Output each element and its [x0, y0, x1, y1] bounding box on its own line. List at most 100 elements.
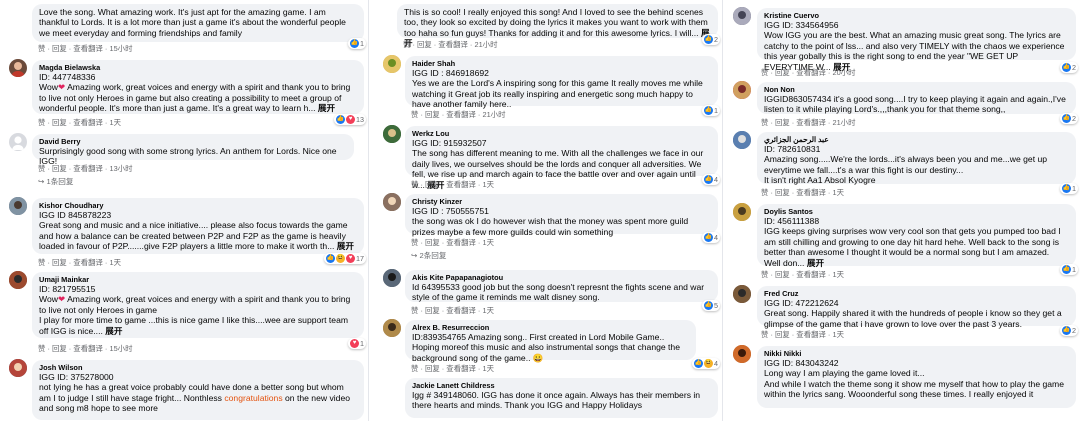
avatar[interactable] — [733, 203, 751, 221]
like-icon: 👍 — [350, 39, 359, 48]
comment-actions[interactable]: 赞 · 回复 · 查看翻译 · 21小时 — [761, 118, 855, 127]
view-replies-link[interactable]: ↪ 1条回复 — [38, 177, 74, 186]
avatar[interactable] — [733, 81, 751, 99]
commenter-id: IGG ID: 375278000 — [39, 372, 114, 382]
comment-time: 1天 — [482, 306, 494, 315]
view-replies-link[interactable]: ↪ 2条回复 — [411, 251, 447, 260]
avatar[interactable] — [733, 285, 751, 303]
comment-actions[interactable]: 赞 · 回复 · 查看翻译 · 15小时 — [38, 344, 132, 353]
comment-time: 1天 — [482, 180, 494, 189]
commenter-name[interactable]: Umaji Mainkar — [39, 275, 356, 284]
reaction-summary[interactable]: 👍 4 — [702, 174, 720, 185]
avatar[interactable] — [733, 345, 751, 363]
see-more-link[interactable]: 展开 — [337, 241, 354, 251]
commenter-name[interactable]: Doylis Santos — [764, 207, 1068, 216]
comment-text: Great song and music and a nice initiati… — [39, 220, 354, 252]
reaction-summary[interactable]: 👍 😆 4 — [692, 358, 720, 369]
reaction-count: 17 — [356, 254, 364, 263]
comment-bubble: Christy Kinzer IGG ID : 750555751 the so… — [405, 194, 718, 237]
smile-emoji-icon: 😀 — [532, 352, 544, 363]
commenter-name[interactable]: Kristine Cuervo — [764, 11, 1068, 20]
reaction-summary[interactable]: 👍 😆 ♥ 17 — [324, 253, 366, 264]
haha-icon: 😆 — [336, 254, 345, 263]
comment-text: It isn't right Aa1 Absol Kyogre — [764, 175, 876, 186]
comment-text: Amazing song.....We're the lords...it's … — [764, 154, 1048, 175]
comment-actions[interactable]: 赞 · 回复 · 查看翻译 · 1天 — [38, 258, 121, 267]
like-icon: 👍 — [1062, 326, 1071, 335]
commenter-name[interactable]: Nikki Nikki — [764, 349, 1068, 358]
commenter-name[interactable]: Fred Cruz — [764, 289, 1068, 298]
see-more-link[interactable]: 展开 — [807, 258, 824, 268]
avatar[interactable] — [733, 7, 751, 25]
commenter-id: ID: 447748336 — [39, 72, 96, 82]
see-more-link[interactable]: 展开 — [105, 326, 122, 336]
comment-actions[interactable]: 赞 · 回复 · 查看翻译 · 1天 — [761, 330, 844, 339]
comment-item: Akis Kite Papapanagiotou Id 64395533 goo… — [369, 268, 722, 320]
commenter-name[interactable]: عبد الرحمن الجزائري — [764, 135, 1068, 144]
comment-bubble: Doylis Santos ID: 456111388 IGG keeps gi… — [757, 204, 1076, 268]
reaction-summary[interactable]: ♥ 1 — [348, 338, 366, 349]
commenter-name[interactable]: Christy Kinzer — [412, 197, 710, 206]
avatar[interactable] — [383, 55, 401, 73]
commenter-name[interactable]: Jackie Lanett Childress — [412, 381, 710, 390]
comment-actions[interactable]: 赞 · 回复 · 查看翻译 · 1天 — [411, 238, 494, 247]
commenter-name[interactable]: Akis Kite Papapanagiotou — [412, 273, 710, 282]
comment-actions[interactable]: 赞 · 回复 · 查看翻译 · 13小时 — [38, 164, 132, 173]
avatar[interactable] — [9, 59, 27, 77]
comment-actions[interactable]: 赞 · 回复 · 查看翻译 · 1天 — [411, 364, 494, 373]
comment-actions[interactable]: 赞 · 回复 · 查看翻译 · 15小时 — [38, 44, 132, 53]
see-more-link[interactable]: 展开 — [318, 103, 335, 113]
avatar[interactable] — [9, 133, 27, 151]
comment-bubble: Werkz Lou IGG ID: 915932507 The song has… — [405, 126, 718, 190]
comment-text: Great song. Happily shared it with the h… — [764, 308, 1062, 329]
comment-bubble: عبد الرحمن الجزائري ID: 782610831 Amazin… — [757, 132, 1076, 186]
reaction-summary[interactable]: 👍 5 — [702, 300, 720, 311]
commenter-name[interactable]: Alrex B. Resurreccion — [412, 323, 688, 332]
comment-actions[interactable]: 赞 · 回复 · 查看翻译 · 1天 — [761, 270, 844, 279]
reaction-summary[interactable]: 👍 2 — [1060, 325, 1078, 336]
comment-actions[interactable]: 赞 · 回复 · 查看翻译 · 21小时 — [411, 110, 505, 119]
avatar[interactable] — [383, 125, 401, 143]
avatar[interactable] — [733, 131, 751, 149]
comment-time: 1天 — [832, 270, 844, 279]
commenter-name[interactable]: Magda Bielawska — [39, 63, 356, 72]
reaction-summary[interactable]: 👍 1 — [1060, 264, 1078, 275]
avatar[interactable] — [9, 197, 27, 215]
comment-bubble: This is so cool! I really enjoyed this s… — [397, 4, 718, 48]
comment-item: Kristine Cuervo IGG ID: 334564956 Wow IG… — [723, 6, 1080, 77]
comment-actions[interactable]: 赞 · 回复 · 查看翻译 · 1天 — [411, 306, 494, 315]
reaction-summary[interactable]: 👍 1 — [348, 38, 366, 49]
comment-time: 1天 — [832, 188, 844, 197]
reaction-summary[interactable]: 👍 1 — [702, 105, 720, 116]
comment-actions[interactable]: 赞 · 回复 · 查看翻译 · 20小时 — [761, 68, 855, 77]
comment-bubble: Haider Shah IGG ID : 846918692 Yes we ar… — [405, 56, 718, 109]
commenter-name[interactable]: Josh Wilson — [39, 363, 356, 372]
comment-actions[interactable]: 赞 · 回复 · 查看翻译 · 1天 — [411, 180, 494, 189]
avatar[interactable] — [9, 271, 27, 289]
reaction-count: 1 — [714, 106, 718, 115]
commenter-name[interactable]: Kishor Choudhary — [39, 201, 356, 210]
reaction-summary[interactable]: 👍 2 — [1060, 113, 1078, 124]
comment-actions[interactable]: 赞 · 回复 · 查看翻译 · 1天 — [761, 188, 844, 197]
like-icon: 👍 — [704, 35, 713, 44]
reaction-summary[interactable]: 👍 1 — [1060, 183, 1078, 194]
avatar[interactable] — [383, 193, 401, 211]
reaction-summary[interactable]: 👍 2 — [1060, 62, 1078, 73]
reaction-summary[interactable]: 👍 ♥ 13 — [334, 114, 366, 125]
reaction-summary[interactable]: 👍 4 — [702, 232, 720, 243]
reaction-count: 4 — [714, 175, 718, 184]
commenter-name[interactable]: Non Non — [764, 85, 1068, 94]
avatar[interactable] — [383, 269, 401, 287]
commenter-name[interactable]: David Berry — [39, 137, 346, 146]
avatar[interactable] — [9, 359, 27, 377]
avatar[interactable] — [383, 319, 401, 337]
commenter-name[interactable]: Werkz Lou — [412, 129, 710, 138]
reaction-summary[interactable]: 👍 2 — [702, 34, 720, 45]
comment-item: Jackie Lanett Childress Igg # 349148060.… — [369, 376, 722, 421]
commenter-id: ID: 821795515 — [39, 284, 96, 294]
comment-text: Long way I am playing the game loved it.… — [764, 368, 925, 379]
comment-text: Wow❤ Amazing work, great voices and ener… — [39, 294, 351, 315]
commenter-name[interactable]: Haider Shah — [412, 59, 710, 68]
comment-actions[interactable]: 赞 · 回复 · 查看翻译 · 21小时 — [403, 40, 497, 49]
comment-actions[interactable]: 赞 · 回复 · 查看翻译 · 1天 — [38, 118, 121, 127]
